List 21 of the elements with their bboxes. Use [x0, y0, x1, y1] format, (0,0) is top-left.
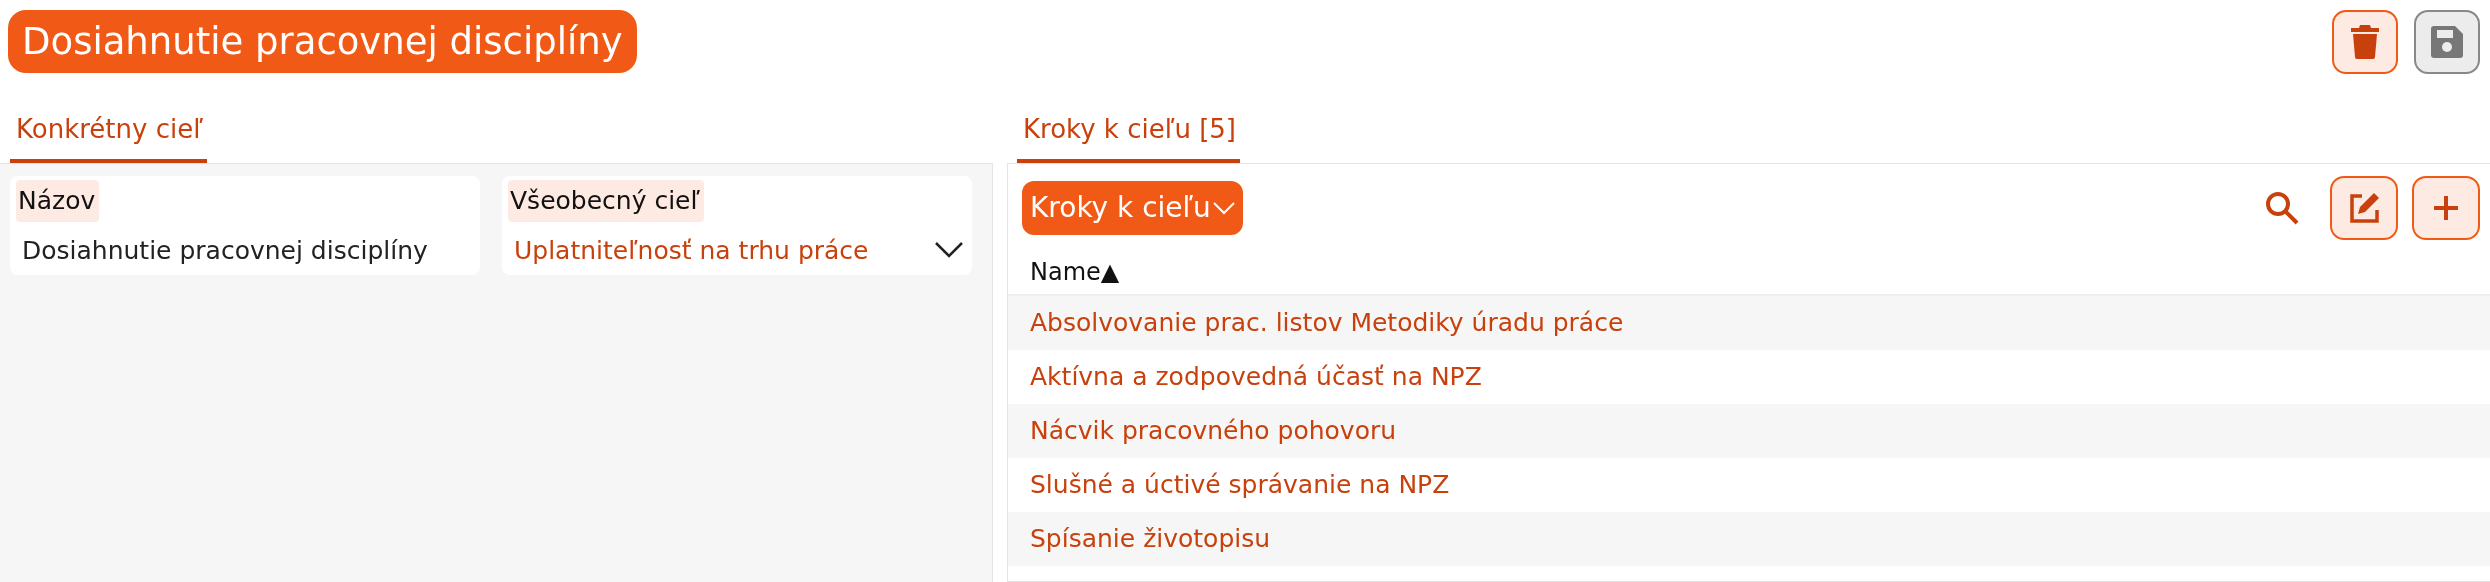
select-field[interactable]: Uplatniteľnosť na trhu práce — [508, 221, 966, 269]
edit-icon — [2347, 191, 2381, 225]
table-row-link[interactable]: Slušné a úctivé správanie na NPZ — [1008, 458, 2490, 512]
chevron-down-icon — [934, 241, 964, 260]
add-button[interactable] — [2412, 176, 2480, 240]
field-label: Všeobecný cieľ — [508, 180, 704, 222]
plus-icon — [2432, 194, 2460, 222]
chevron-down-icon — [1212, 201, 1235, 215]
field-value: Dosiahnutie pracovnej disciplíny — [21, 234, 429, 267]
view-selector[interactable]: Kroky k cieľu — [1022, 181, 1243, 235]
trash-icon — [2350, 25, 2380, 59]
field-label: Názov — [16, 180, 100, 222]
tab[interactable]: Kroky k cieľu [5] — [1017, 110, 1240, 163]
table-row-link[interactable]: Nácvik pracovného pohovoru — [1008, 404, 2490, 458]
search-icon — [2264, 190, 2300, 226]
edit-button[interactable] — [2330, 176, 2398, 240]
page-title: Dosiahnutie pracovnej disciplíny — [8, 10, 637, 73]
table-row-link[interactable]: Spísanie životopisu — [1008, 512, 2490, 566]
table-row-link[interactable]: Absolvovanie prac. listov Metodiky úradu práce — [1008, 296, 2490, 350]
table-row-link[interactable]: Aktívna a zodpovedná účasť na NPZ — [1008, 350, 2490, 404]
delete-button[interactable] — [2332, 10, 2398, 74]
